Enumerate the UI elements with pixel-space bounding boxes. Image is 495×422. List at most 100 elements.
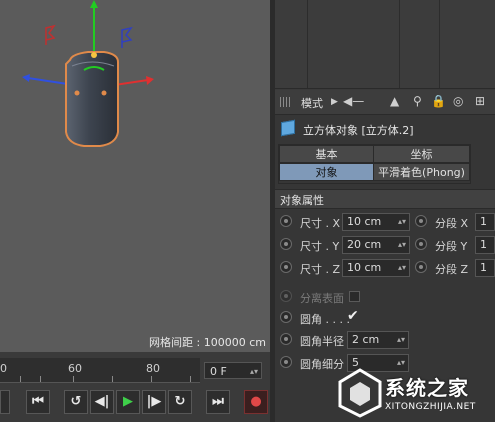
fillet-label: 圆角 . . . . [300, 313, 350, 326]
segments-x-field[interactable]: 1 [475, 213, 495, 231]
animate-radio-icon[interactable] [415, 238, 427, 250]
up-arrow-icon[interactable]: ▲ [390, 94, 399, 108]
separate-surfaces-label: 分离表面 [300, 292, 344, 305]
tab-object[interactable]: 对象 [279, 163, 374, 181]
animate-radio-icon[interactable] [415, 215, 427, 227]
handle-point-right [101, 90, 107, 96]
grid-spacing-label: 网格间距 : 100000 cm [149, 336, 266, 349]
animate-radio-icon [280, 290, 292, 302]
tab-basic[interactable]: 基本 [279, 145, 374, 163]
timeline-ruler[interactable]: 0 60 80 [0, 358, 200, 383]
prev-frame-button[interactable]: ◀| [90, 390, 114, 414]
separate-surfaces-checkbox [349, 291, 360, 302]
play-button[interactable]: ▶ [116, 390, 140, 414]
animate-radio-icon[interactable] [280, 356, 292, 368]
size-y-field[interactable]: 20 cm ▴▾ [342, 236, 410, 254]
size-x-field[interactable]: 10 cm ▴▾ [342, 213, 410, 231]
spinner-icon[interactable] [0, 390, 10, 414]
spinner-icon[interactable]: ▴▾ [398, 260, 406, 276]
viewport-scene [22, 0, 154, 147]
current-frame-field[interactable]: 0 F ▴▾ [204, 362, 262, 379]
current-frame-value: 0 F [210, 365, 227, 378]
size-y-value: 20 cm [347, 238, 382, 251]
lock-icon[interactable]: 🔒 [431, 94, 446, 108]
spinner-icon[interactable]: ▴▾ [250, 363, 258, 380]
mode-menu[interactable]: 模式 [301, 95, 323, 111]
fillet-radius-label: 圆角半径 [300, 335, 344, 348]
animate-radio-icon[interactable] [280, 215, 292, 227]
fillet-checkbox[interactable]: ✔ [347, 308, 359, 324]
animate-radio-icon[interactable] [280, 333, 292, 345]
segments-y-label: 分段 Y [435, 240, 468, 253]
watermark-logo-icon [338, 368, 382, 418]
size-x-value: 10 cm [347, 215, 382, 228]
segments-y-field[interactable]: 1 [475, 236, 495, 254]
next-key-button[interactable]: ↻ [168, 390, 192, 414]
handle-point-left [74, 90, 80, 96]
tick-label: 60 [68, 362, 82, 375]
next-frame-button[interactable]: |▶ [142, 390, 166, 414]
watermark: 系统之家 XITONGZHIJIA.NET [338, 366, 495, 422]
watermark-text: 系统之家 [385, 376, 469, 400]
back-arrow-icon[interactable]: ◀— [343, 94, 364, 108]
fillet-radius-row: 圆角半径 2 cm ▴▾ [275, 329, 495, 351]
animate-radio-icon[interactable] [280, 311, 292, 323]
attribute-tabs: 基本 坐标 对象 平滑着色(Phong) [278, 144, 471, 184]
size-z-label: 尺寸 . Z [300, 263, 341, 276]
3d-viewport[interactable]: 网格间距 : 100000 cm [0, 0, 270, 352]
animate-radio-icon[interactable] [280, 261, 292, 273]
object-manager-panel[interactable] [275, 0, 495, 89]
playback-controls: ⏮ ↺ ◀| ▶ |▶ ↻ ⏭ ● [0, 388, 270, 418]
target-icon[interactable]: ◎ [453, 94, 463, 108]
size-y-label: 尺寸 . Y [300, 240, 340, 253]
timeline-panel: 0 60 80 0 F ▴▾ ⏮ ↺ ◀| ▶ |▶ ↻ ⏭ ● [0, 352, 270, 422]
animate-radio-icon[interactable] [280, 238, 292, 250]
size-y-row: 尺寸 . Y 20 cm ▴▾ 分段 Y 1 [275, 234, 495, 256]
column-divider [439, 0, 440, 88]
segments-z-label: 分段 Z [435, 263, 469, 276]
watermark-url: XITONGZHIJIA.NET [385, 402, 476, 412]
tick-label: 0 [0, 362, 7, 375]
object-title: 立方体对象 [立方体.2] [303, 124, 414, 137]
segments-z-field[interactable]: 1 [475, 259, 495, 277]
column-divider [399, 0, 400, 88]
record-button[interactable]: ● [244, 390, 268, 414]
size-x-label: 尺寸 . X [300, 217, 341, 230]
section-header: 对象属性 [275, 189, 495, 209]
attribute-toolbar: 模式 ▶ ◀— ▲ ⚲ 🔒 ◎ ⊞ [275, 90, 495, 115]
fillet-radius-value: 2 cm [352, 333, 380, 346]
goto-start-button[interactable]: ⏮ [26, 390, 50, 414]
size-z-value: 10 cm [347, 261, 382, 274]
cube-icon [281, 119, 295, 137]
size-x-row: 尺寸 . X 10 cm ▴▾ 分段 X 1 [275, 211, 495, 233]
separate-surfaces-row: 分离表面 [275, 286, 495, 308]
size-z-row: 尺寸 . Z 10 cm ▴▾ 分段 Z 1 [275, 257, 495, 279]
submenu-arrow-icon: ▶ [331, 97, 338, 107]
size-z-field[interactable]: 10 cm ▴▾ [342, 259, 410, 277]
cube-object [65, 51, 119, 147]
spinner-icon[interactable]: ▴▾ [397, 332, 405, 348]
prev-key-button[interactable]: ↺ [64, 390, 88, 414]
z-axis-arrow [22, 74, 30, 82]
tab-phong[interactable]: 平滑着色(Phong) [373, 163, 470, 181]
new-panel-icon[interactable]: ⊞ [475, 94, 485, 108]
y-axis-arrow [90, 0, 98, 8]
tick-label: 80 [146, 362, 160, 375]
fillet-radius-field[interactable]: 2 cm ▴▾ [347, 331, 409, 349]
rotation-flag-blue [121, 26, 133, 48]
grip-icon[interactable] [280, 97, 292, 107]
x-axis-arrow [146, 76, 154, 85]
object-header: 立方体对象 [立方体.2] [275, 117, 495, 141]
animate-radio-icon[interactable] [415, 261, 427, 273]
column-divider [307, 0, 308, 88]
fillet-row: 圆角 . . . . ✔ [275, 307, 495, 329]
section-title: 对象属性 [280, 194, 324, 207]
search-icon[interactable]: ⚲ [413, 94, 422, 108]
spinner-icon[interactable]: ▴▾ [398, 237, 406, 253]
tab-coordinates[interactable]: 坐标 [373, 145, 470, 163]
segments-x-label: 分段 X [435, 217, 469, 230]
handle-point-top [91, 52, 97, 58]
goto-end-button[interactable]: ⏭ [206, 390, 230, 414]
spinner-icon[interactable]: ▴▾ [398, 214, 406, 230]
rotation-flag-red [45, 24, 56, 45]
